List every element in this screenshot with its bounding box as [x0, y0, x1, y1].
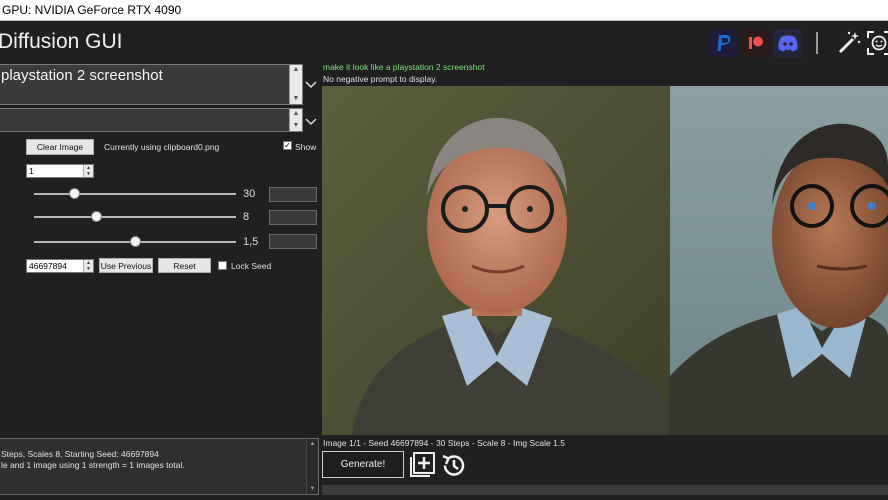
lock-seed-label: Lock Seed [231, 261, 272, 271]
patreon-icon[interactable] [742, 29, 770, 57]
chevron-down-icon[interactable] [304, 78, 318, 92]
window-title: GPU: NVIDIA GeForce RTX 4090 [2, 3, 182, 17]
chevron-down-icon[interactable] [304, 115, 318, 129]
scroll-up-icon[interactable]: ▲ [290, 109, 302, 119]
steps-value: 30 [243, 188, 256, 200]
magic-wand-icon[interactable] [835, 29, 863, 57]
scale-value: 8 [243, 211, 250, 223]
image-count-value[interactable]: 1 [29, 166, 34, 176]
paypal-icon[interactable] [710, 29, 738, 57]
toolbar-separator [816, 32, 818, 54]
img-scale-input[interactable] [269, 234, 317, 249]
generated-render [670, 86, 888, 435]
clear-image-button[interactable]: Clear Image [26, 139, 94, 155]
app-title: Diffusion GUI [0, 30, 123, 53]
scale-slider[interactable] [34, 211, 236, 222]
add-to-queue-icon[interactable] [409, 452, 435, 478]
img-scale-slider[interactable] [34, 236, 236, 247]
scroll-up-icon[interactable]: ▲ [307, 441, 318, 447]
window-title-bar: GPU: NVIDIA GeForce RTX 4090 [0, 0, 888, 21]
discord-icon[interactable] [774, 29, 802, 57]
reset-button[interactable]: Reset [158, 258, 211, 273]
scroll-up-icon[interactable]: ▲ [290, 65, 302, 75]
prompt-display: make it look like a playstation 2 screen… [323, 62, 485, 72]
stepper-arrows[interactable]: ▲ ▼ [83, 260, 93, 272]
slider-thumb[interactable] [68, 188, 80, 199]
show-checkbox[interactable]: ✓ [283, 141, 292, 150]
slider-thumb[interactable] [129, 236, 141, 247]
seed-stepper[interactable]: 46697894 ▲ ▼ [26, 259, 94, 273]
scale-input[interactable] [269, 210, 317, 225]
prompt-input[interactable]: playstation 2 screenshot ▲ ▼ [0, 64, 303, 105]
generate-button[interactable]: Generate! [322, 451, 404, 478]
prompt-text[interactable]: playstation 2 screenshot [1, 67, 163, 84]
prompt-scrollbar[interactable]: ▲ ▼ [289, 65, 302, 104]
use-previous-button[interactable]: Use Previous [99, 258, 153, 273]
scroll-down-icon[interactable]: ▼ [290, 121, 302, 131]
steps-input[interactable] [269, 187, 317, 202]
source-photo [322, 86, 670, 435]
log-output[interactable]: Steps, Scales 8, Starting Seed: 46697894… [0, 438, 319, 495]
image-info: Image 1/1 - Seed 46697894 - 30 Steps - S… [323, 438, 565, 448]
image-count-stepper[interactable]: 1 ▲ ▼ [26, 164, 94, 178]
negative-prompt-scrollbar[interactable]: ▲ ▼ [289, 109, 302, 131]
show-label: Show [295, 142, 317, 152]
history-icon[interactable] [440, 452, 467, 479]
face-restore-icon[interactable] [865, 29, 888, 57]
log-line: le and 1 image using 1 strength = 1 imag… [1, 460, 185, 470]
log-line: Steps, Scales 8, Starting Seed: 46697894 [1, 449, 159, 459]
seed-value[interactable]: 46697894 [29, 261, 67, 271]
slider-thumb[interactable] [91, 211, 103, 222]
negative-prompt-input[interactable]: ▲ ▼ [0, 108, 303, 132]
lock-seed-checkbox[interactable] [218, 261, 227, 270]
image-preview[interactable] [322, 86, 888, 435]
log-scrollbar[interactable]: ▲ ▼ [306, 439, 318, 494]
scroll-down-icon[interactable]: ▼ [307, 486, 318, 492]
init-image-status: Currently using clipboard0.png [104, 142, 220, 152]
negative-prompt-display: No negative prompt to display. [323, 74, 438, 84]
scroll-down-icon[interactable]: ▼ [290, 94, 302, 104]
progress-bar [322, 485, 888, 495]
stepper-arrows[interactable]: ▲ ▼ [83, 165, 93, 177]
steps-slider[interactable] [34, 188, 236, 199]
img-scale-value: 1,5 [243, 236, 259, 248]
